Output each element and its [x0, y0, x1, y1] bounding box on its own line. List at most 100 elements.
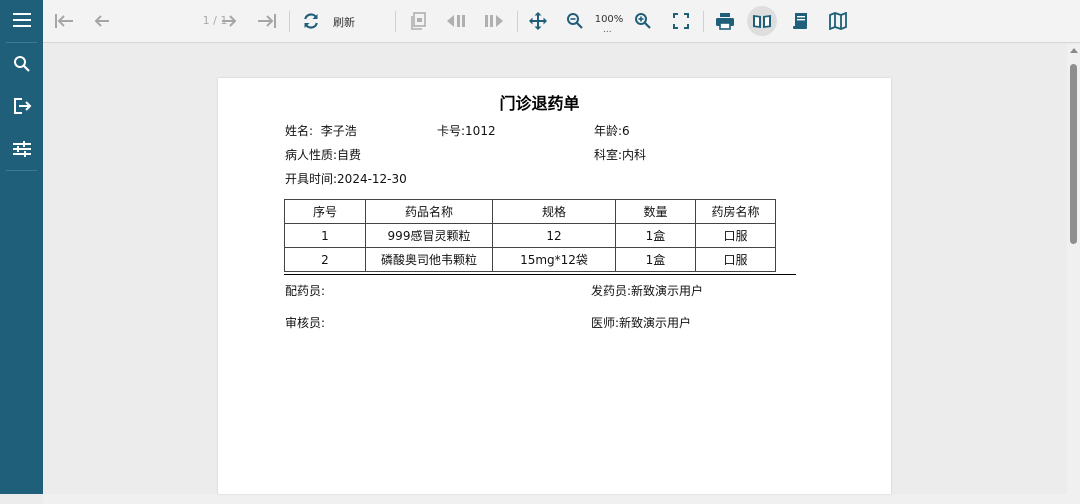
auditor-label: 审核员:: [285, 316, 326, 330]
vertical-scrollbar[interactable]: [1067, 44, 1080, 494]
multi-page-view-button[interactable]: [823, 6, 853, 36]
step-back-button[interactable]: [441, 6, 471, 36]
date-value: 2024-12-30: [337, 172, 407, 186]
table-row: 2 磷酸奥司他韦颗粒 15mg*12袋 1盒 口服: [284, 247, 776, 272]
column-header: 药品名称: [365, 199, 493, 224]
report-title: 门诊退药单: [499, 94, 580, 113]
table-header-row: 序号 药品名称 规格 数量 药房名称: [284, 199, 776, 224]
zoom-in-button[interactable]: [628, 6, 658, 36]
horizontal-scrollbar[interactable]: [43, 494, 1080, 504]
nature-value: 自费: [337, 148, 362, 162]
sidebar-divider: [6, 42, 37, 43]
table-cell: 磷酸奥司他韦颗粒: [365, 247, 493, 272]
card-value: 1012: [465, 124, 496, 138]
column-header: 序号: [284, 199, 366, 224]
report-page: 门诊退药单 姓名: 李子浩 卡号:1012 年龄:6 病人性质:自费 科室:内科…: [218, 78, 891, 494]
parameters-button[interactable]: [0, 129, 43, 169]
single-page-view-button[interactable]: [747, 6, 777, 36]
doctor-value: 新致演示用户: [619, 316, 692, 330]
issuer-value: 新致演示用户: [631, 284, 704, 298]
nature-label: 病人性质:: [285, 148, 338, 162]
column-header: 数量: [615, 199, 696, 224]
zoom-menu[interactable]: ...: [603, 25, 612, 35]
scrollbar-thumb[interactable]: [1070, 64, 1077, 244]
table-cell: 口服: [695, 223, 776, 248]
sliders-icon: [12, 141, 31, 157]
refresh-icon: [304, 13, 318, 29]
zoom-out-icon: [567, 13, 583, 29]
step-back-icon: [447, 15, 465, 27]
sidebar-divider: [6, 170, 37, 171]
issuer: 发药员:新致演示用户: [591, 282, 703, 299]
dispenser: 配药员:: [285, 282, 325, 299]
hamburger-icon: [12, 13, 31, 27]
dept-label: 科室:: [594, 148, 623, 162]
first-page-button[interactable]: [49, 6, 79, 36]
move-icon: [529, 12, 547, 30]
table-row: 1 999感冒灵颗粒 12 1盒 口服: [284, 223, 776, 248]
separator-line: [284, 274, 796, 275]
book-open-icon: [753, 15, 771, 28]
date-label: 开具时间:: [285, 172, 338, 186]
issuer-label: 发药员:: [591, 284, 632, 298]
drug-table: 序号 药品名称 规格 数量 药房名称 1 999感冒灵颗粒 12 1盒 口服 2…: [284, 199, 776, 272]
print-icon: [716, 13, 734, 30]
doctor: 医师:新致演示用户: [591, 314, 691, 331]
table-cell: 12: [492, 223, 616, 248]
sidebar: [0, 0, 43, 494]
zoom-in-icon: [635, 13, 651, 29]
export-button[interactable]: [0, 86, 43, 126]
step-forward-icon: [485, 15, 503, 27]
auditor: 审核员:: [285, 314, 325, 331]
previous-page-button[interactable]: [87, 6, 117, 36]
table-cell: 1盒: [615, 247, 696, 272]
refresh-label[interactable]: 刷新: [333, 14, 355, 30]
refresh-button[interactable]: [296, 6, 326, 36]
next-page-button[interactable]: [214, 6, 244, 36]
copy-page-icon: [411, 12, 426, 30]
dept-value: 内科: [622, 148, 647, 162]
toolbar-divider: [703, 11, 704, 32]
scroll-up-arrow-icon[interactable]: [1070, 48, 1078, 53]
last-page-icon: [258, 14, 276, 28]
fullscreen-button[interactable]: [666, 6, 696, 36]
doctor-label: 医师:: [591, 316, 620, 330]
column-header: 药房名称: [695, 199, 776, 224]
arrow-left-icon: [94, 15, 109, 27]
table-cell: 1盒: [615, 223, 696, 248]
arrow-right-icon: [222, 15, 237, 27]
age-label: 年龄:: [594, 124, 623, 138]
map-icon: [829, 12, 847, 30]
search-icon: [13, 56, 30, 72]
patient-name: 姓名: 李子浩: [285, 122, 357, 139]
toolbar-divider: [395, 11, 396, 32]
table-cell: 999感冒灵颗粒: [365, 223, 493, 248]
zoom-out-button[interactable]: [560, 6, 590, 36]
table-cell: 2: [284, 247, 366, 272]
first-page-icon: [55, 14, 73, 28]
search-button[interactable]: [0, 44, 43, 84]
table-cell: 15mg*12袋: [492, 247, 616, 272]
dispenser-label: 配药员:: [285, 284, 326, 298]
table-cell: 口服: [695, 247, 776, 272]
patient-nature: 病人性质:自费: [285, 146, 361, 163]
table-cell: 1: [284, 223, 366, 248]
print-button[interactable]: [710, 6, 740, 36]
pan-button[interactable]: [523, 6, 553, 36]
name-label: 姓名:: [285, 124, 314, 138]
last-page-button[interactable]: [252, 6, 282, 36]
zoom-level[interactable]: 100%: [591, 14, 627, 25]
continuous-view-button[interactable]: [786, 6, 816, 36]
scroll-icon: [793, 13, 807, 29]
toolbar-divider: [289, 11, 290, 32]
column-header: 规格: [492, 199, 616, 224]
age-value: 6: [622, 124, 630, 138]
back-to-parent-button[interactable]: [403, 6, 433, 36]
card-label: 卡号:: [437, 124, 466, 138]
name-value: 李子浩: [320, 124, 357, 138]
menu-button[interactable]: [0, 0, 43, 40]
issue-date: 开具时间:2024-12-30: [285, 170, 407, 187]
step-forward-button[interactable]: [479, 6, 509, 36]
toolbar: 1 / 1 刷新 100% ...: [43, 0, 1080, 43]
toolbar-divider: [517, 11, 518, 32]
